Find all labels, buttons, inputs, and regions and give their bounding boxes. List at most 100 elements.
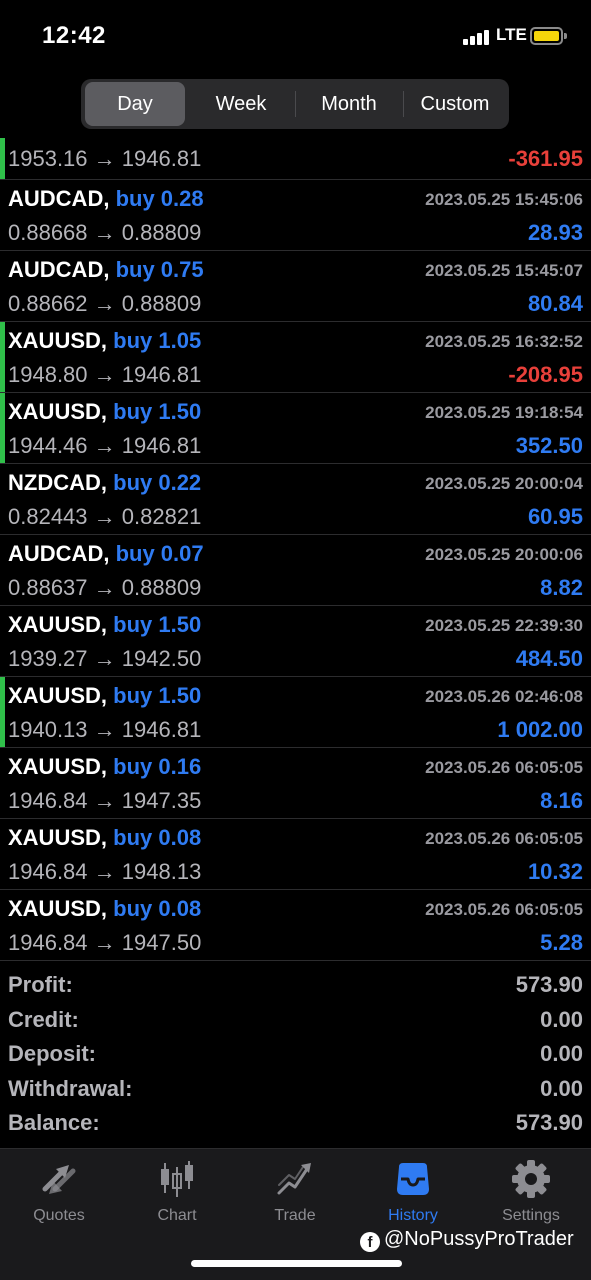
deal-time: 2023.05.25 22:39:30: [425, 616, 583, 635]
summary-label: Credit:: [8, 1006, 79, 1032]
deal-row[interactable]: XAUUSD, buy 1.05 2023.05.25 16:32:52 1948.…: [0, 322, 591, 393]
history-icon: [397, 1163, 429, 1195]
arrow-icon: →: [93, 717, 116, 742]
tab-history[interactable]: History: [354, 1159, 472, 1239]
trade-icon: [277, 1163, 311, 1195]
home-indicator[interactable]: [191, 1260, 402, 1267]
deal-row[interactable]: AUDCAD, buy 0.28 2023.05.25 15:45:06 0.886…: [0, 180, 591, 251]
deal-time: 2023.05.26 06:05:05: [425, 900, 583, 919]
deal-symbol-line: XAUUSD, buy 1.50: [8, 612, 201, 638]
tab-trade[interactable]: Trade: [236, 1159, 354, 1239]
segment-custom[interactable]: Custom: [405, 82, 505, 126]
close-price: 1946.81: [121, 362, 202, 387]
deal-symbol: AUDCAD,: [8, 257, 110, 282]
segment-week[interactable]: Week: [189, 82, 293, 126]
summary-value: 0.00: [540, 1075, 583, 1101]
deal-symbol-line: XAUUSD, buy 1.50: [8, 683, 201, 709]
deal-side: buy 1.50: [113, 612, 202, 637]
watermark: f @NoPussyProTrader: [360, 1228, 574, 1252]
deal-symbol: XAUUSD,: [8, 896, 108, 921]
deal-row[interactable]: NZDCAD, buy 0.22 2023.05.25 20:00:04 0.824…: [0, 464, 591, 535]
deal-prices: 1944.46 → 1946.81: [8, 433, 201, 459]
deal-profit: -208.95: [508, 362, 583, 387]
deal-symbol-line: AUDCAD, buy 0.28: [8, 186, 204, 212]
open-price: 0.88662: [8, 291, 88, 316]
summary-row: Withdrawal: 0.00: [0, 1072, 591, 1107]
deal-side: buy 0.08: [113, 896, 202, 921]
summary-value: 0.00: [540, 1006, 583, 1032]
deal-profit: 5.28: [540, 930, 583, 955]
summary-row: Profit: 573.90: [0, 968, 591, 1003]
deal-side: buy 1.50: [113, 399, 202, 424]
summary-label: Balance:: [8, 1110, 100, 1135]
deal-profit: 352.50: [515, 433, 583, 458]
segment-divider: [403, 91, 404, 117]
segment-month[interactable]: Month: [297, 82, 401, 126]
deal-symbol: XAUUSD,: [8, 328, 108, 353]
deal-prices: 1946.84 → 1948.13: [8, 859, 201, 885]
summary-row: Credit: 0.00: [0, 1003, 591, 1038]
summary-value: 573.90: [515, 972, 583, 997]
arrow-icon: →: [93, 220, 116, 245]
deal-prices: 1953.16 → 1946.81: [8, 146, 201, 172]
deal-side: buy 0.08: [113, 825, 202, 850]
close-price: 1947.35: [121, 788, 202, 813]
tab-quotes[interactable]: Quotes: [0, 1159, 118, 1239]
deal-row[interactable]: XAUUSD, buy 0.08 2023.05.26 06:05:05 1946.…: [0, 819, 591, 890]
deal-row[interactable]: XAUUSD, buy 0.16 2023.05.26 06:05:05 1946.…: [0, 748, 591, 819]
deal-prices: 1939.27 → 1942.50: [8, 646, 201, 672]
open-price: 1946.84: [8, 859, 88, 884]
deal-list: 1953.16 → 1946.81 -361.95 AUDCAD, buy 0.28…: [0, 138, 591, 961]
deal-row[interactable]: AUDCAD, buy 0.75 2023.05.25 15:45:07 0.886…: [0, 251, 591, 322]
deal-profit: -361.95: [508, 146, 583, 171]
deal-time: 2023.05.25 15:45:07: [425, 261, 583, 280]
deal-time: 2023.05.25 20:00:06: [425, 545, 583, 564]
deal-side: buy 0.28: [115, 186, 204, 211]
summary-row: Balance: 573.90: [0, 1106, 591, 1141]
deal-symbol: XAUUSD,: [8, 825, 108, 850]
summary-row: Deposit: 0.00: [0, 1037, 591, 1072]
deal-symbol-line: AUDCAD, buy 0.75: [8, 257, 204, 283]
signal-strength-icon: [463, 29, 491, 45]
deal-symbol: AUDCAD,: [8, 186, 110, 211]
deal-time: 2023.05.25 19:18:54: [425, 403, 583, 422]
arrow-icon: →: [93, 291, 116, 316]
deal-row[interactable]: XAUUSD, buy 1.50 2023.05.26 02:46:08 1940.…: [0, 677, 591, 748]
tab-settings[interactable]: Settings: [472, 1159, 590, 1239]
arrow-icon: →: [93, 362, 116, 387]
deal-row[interactable]: XAUUSD, buy 1.50 2023.05.25 19:18:54 1944.…: [0, 393, 591, 464]
facebook-icon: f: [360, 1232, 380, 1252]
deal-symbol: XAUUSD,: [8, 612, 108, 637]
segment-day[interactable]: Day: [85, 82, 185, 126]
network-type: LTE: [496, 25, 527, 44]
deal-prices: 0.88637 → 0.88809: [8, 575, 201, 601]
arrow-icon: →: [93, 788, 116, 813]
deal-side: buy 0.16: [113, 754, 202, 779]
tab-chart[interactable]: Chart: [118, 1159, 236, 1239]
summary-label: Withdrawal:: [8, 1075, 133, 1101]
status-time: 12:42: [42, 22, 106, 49]
deal-row[interactable]: 1953.16 → 1946.81 -361.95: [0, 138, 591, 180]
open-price: 0.88637: [8, 575, 88, 600]
deal-profit: 8.82: [540, 575, 583, 600]
arrow-icon: →: [93, 146, 116, 171]
deal-symbol-line: XAUUSD, buy 0.16: [8, 754, 201, 780]
deal-symbol-line: XAUUSD, buy 1.50: [8, 399, 201, 425]
deal-row[interactable]: XAUUSD, buy 1.50 2023.05.25 22:39:30 1939.…: [0, 606, 591, 677]
deal-prices: 1946.84 → 1947.50: [8, 930, 201, 956]
deal-prices: 0.88662 → 0.88809: [8, 291, 201, 317]
arrow-icon: →: [93, 504, 116, 529]
deal-profit: 484.50: [515, 646, 583, 671]
deal-row[interactable]: AUDCAD, buy 0.07 2023.05.25 20:00:06 0.886…: [0, 535, 591, 606]
arrow-icon: →: [93, 433, 116, 458]
deal-profit: 80.84: [527, 291, 583, 316]
deal-prices: 1948.80 → 1946.81: [8, 362, 201, 388]
battery-icon: [530, 27, 567, 45]
deal-time: 2023.05.26 02:46:08: [425, 687, 583, 706]
tab-label: Quotes: [33, 1207, 85, 1224]
position-indicator: [0, 138, 5, 179]
deal-symbol: XAUUSD,: [8, 399, 108, 424]
deal-row[interactable]: XAUUSD, buy 0.08 2023.05.26 06:05:05 1946.…: [0, 890, 591, 961]
deal-side: buy 0.75: [115, 257, 204, 282]
status-bar: 12:42 LTE: [0, 0, 591, 70]
